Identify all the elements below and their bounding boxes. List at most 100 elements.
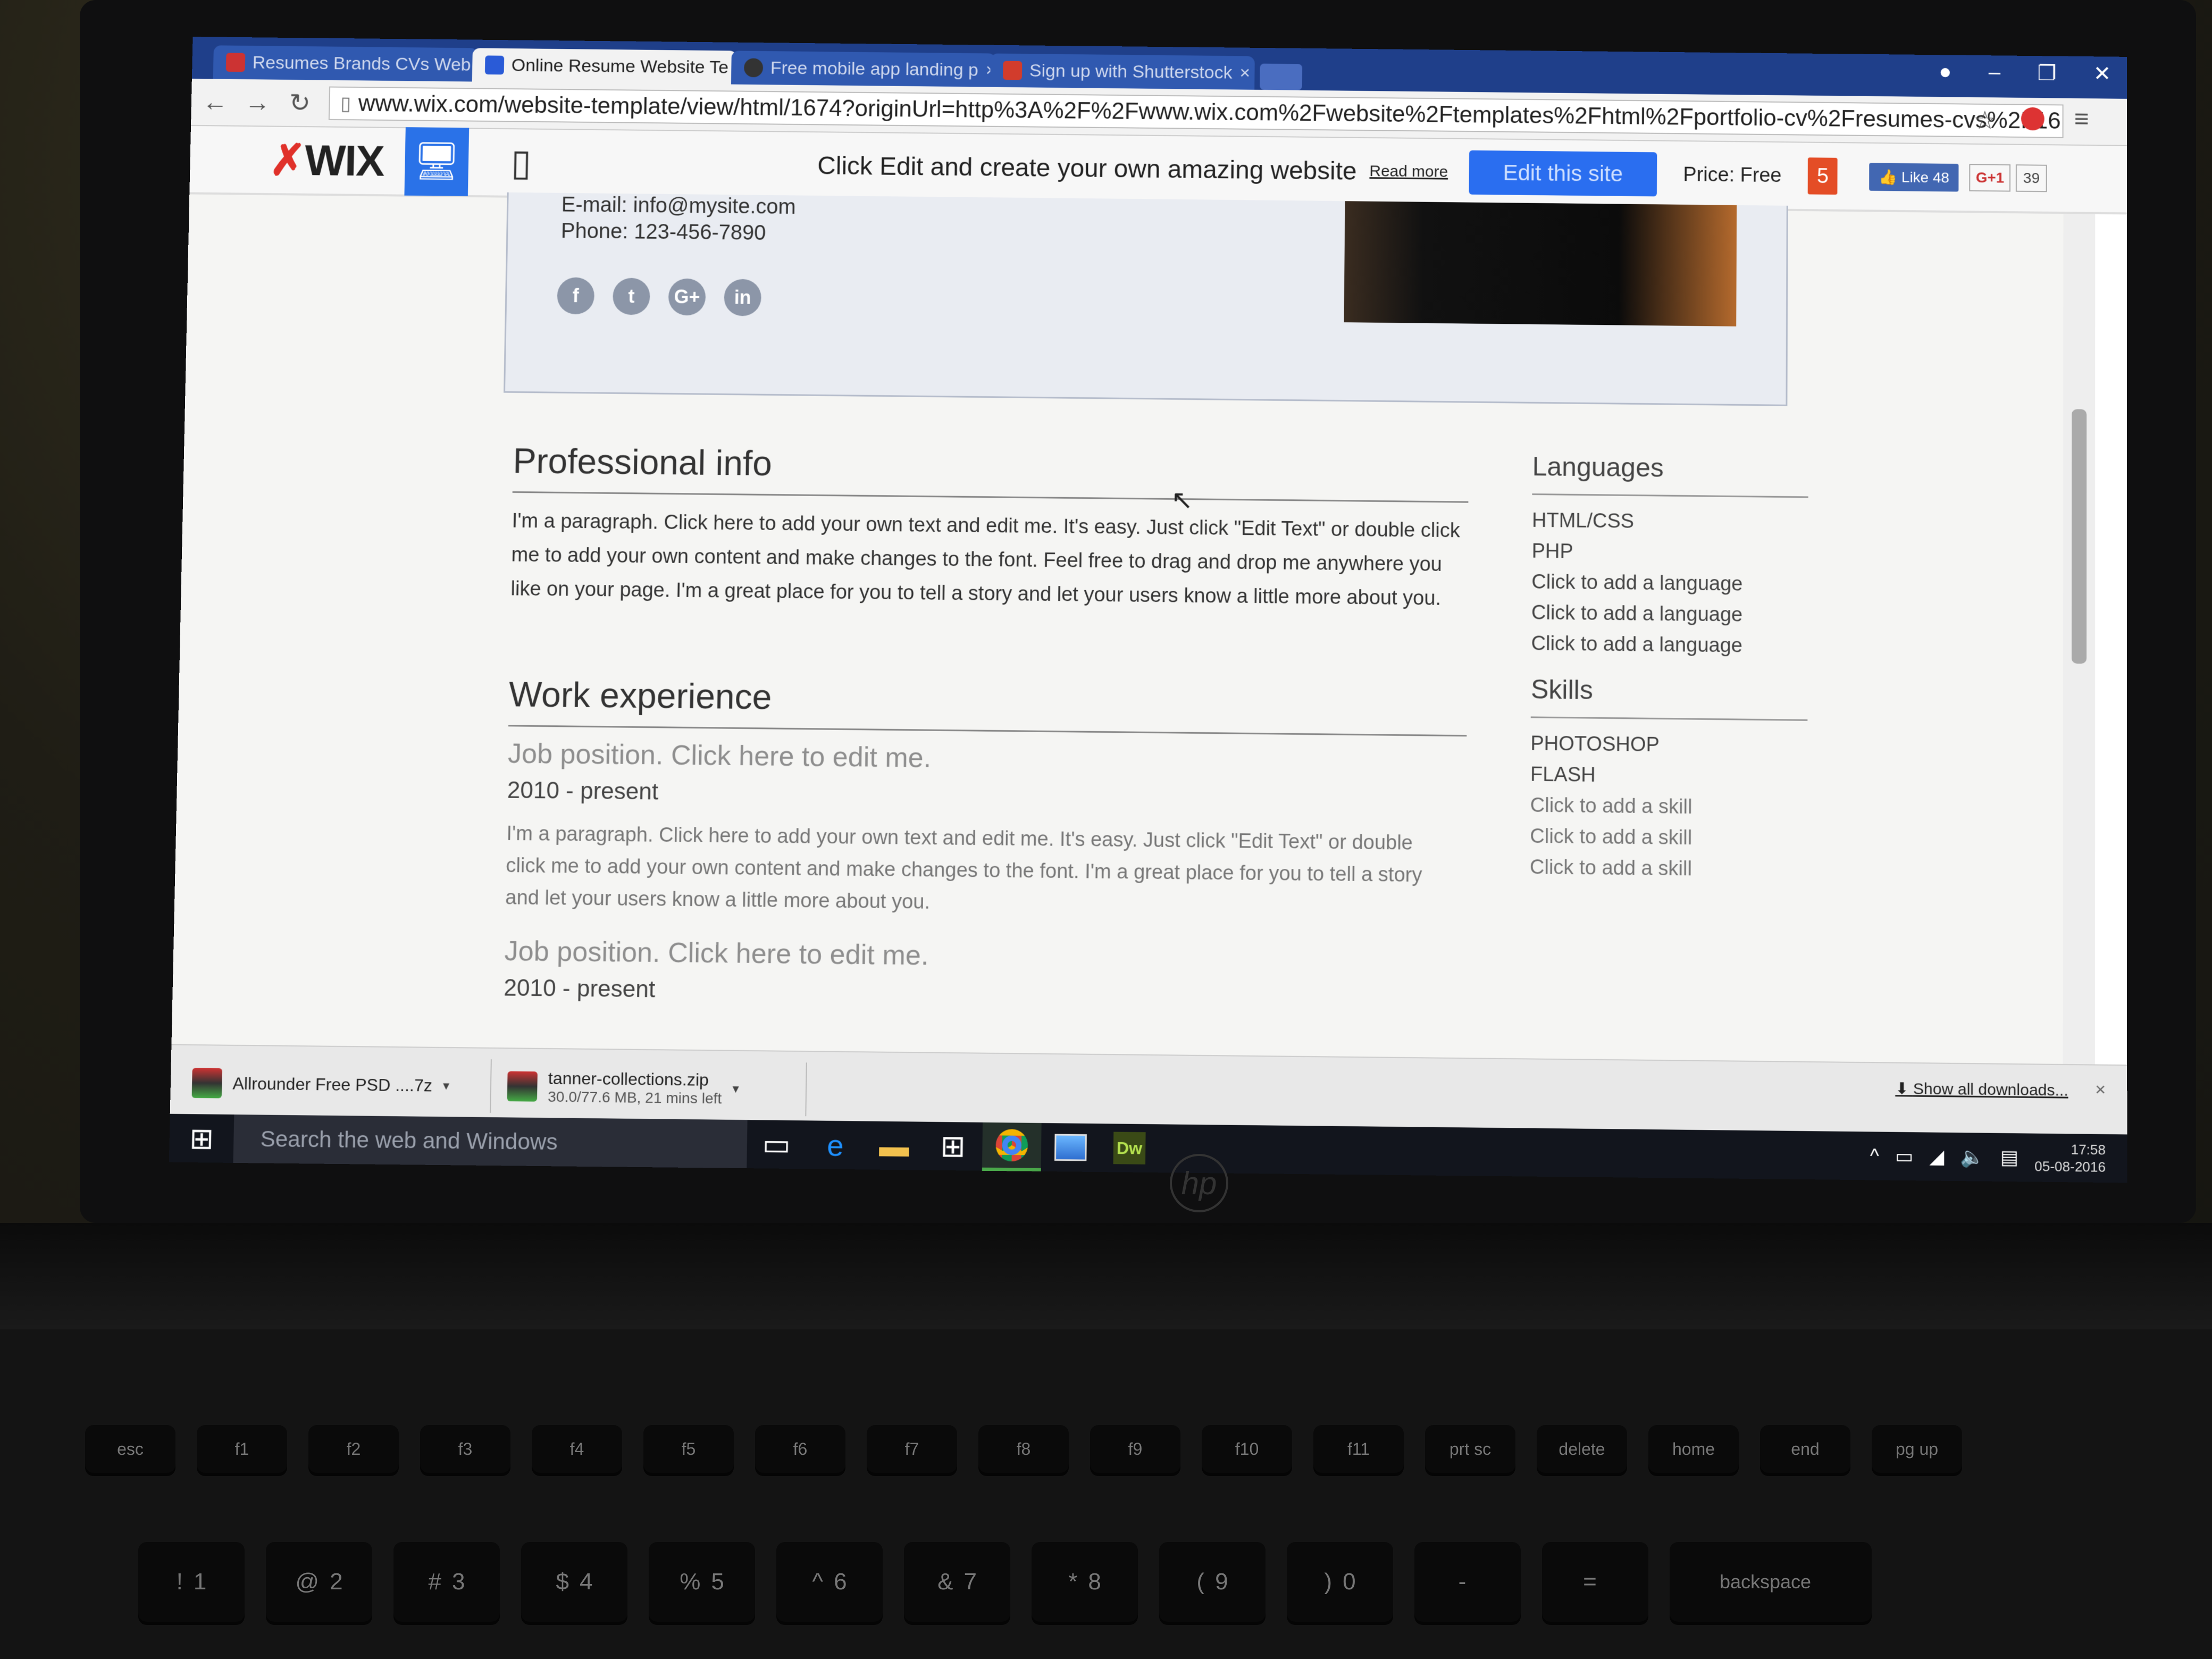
skill-item[interactable]: Click to add a skill: [1530, 794, 1692, 819]
close-window-icon[interactable]: ✕: [2093, 62, 2111, 86]
wix-favicon-icon: [484, 55, 505, 75]
skill-item[interactable]: Click to add a skill: [1530, 856, 1692, 881]
shutterstock-favicon-icon: [1003, 61, 1023, 80]
forward-arrow-icon[interactable]: →: [244, 88, 271, 117]
menu-icon[interactable]: ≡: [2074, 105, 2089, 134]
tab-free-mobile-app[interactable]: Free mobile app landing p×: [731, 51, 996, 87]
email-text[interactable]: E-mail: info@mysite.com: [561, 193, 796, 219]
twitter-icon[interactable]: t: [612, 278, 650, 315]
reload-icon[interactable]: ↻: [286, 88, 313, 118]
volume-icon[interactable]: 🔈: [1960, 1145, 1984, 1168]
close-icon[interactable]: ×: [2095, 1079, 2106, 1101]
wifi-icon[interactable]: ◢: [1929, 1145, 1944, 1168]
download-item[interactable]: Allrounder Free PSD ....7z ▾: [180, 1055, 492, 1113]
key-symbol: *: [1068, 1569, 1078, 1595]
mobile-view-button[interactable]: ▯: [489, 128, 554, 197]
key-number: 5: [711, 1569, 724, 1595]
photo-background: Resumes Brands CVs Web× Online Resume We…: [0, 0, 2212, 1659]
key-symbol: =: [1583, 1569, 1597, 1595]
wix-logo[interactable]: ✗WIX: [269, 135, 384, 186]
key-number: 0: [1343, 1569, 1356, 1595]
key-symbol: @: [295, 1569, 320, 1595]
mouse-cursor-icon: ↖: [1170, 484, 1194, 515]
new-tab-button[interactable]: [1260, 63, 1303, 90]
skill-item[interactable]: Click to add a skill: [1530, 825, 1692, 850]
minimize-icon[interactable]: –: [1989, 61, 2000, 85]
download-progress: 30.0/77.6 MB, 21 mins left: [547, 1088, 722, 1107]
read-more-link[interactable]: Read more: [1369, 162, 1448, 181]
languages-heading: Languages: [1532, 451, 1664, 483]
tab-resumes[interactable]: Resumes Brands CVs Web×: [213, 45, 478, 82]
download-item[interactable]: tanner-collections.zip 30.0/77.6 MB, 21 …: [496, 1059, 807, 1117]
divider: [512, 491, 1469, 503]
keyboard-key: #3: [393, 1542, 500, 1622]
google-plus-button[interactable]: G+1: [1969, 164, 2011, 192]
notifications-icon[interactable]: ▤: [2000, 1146, 2018, 1169]
scrollbar-thumb[interactable]: [2072, 409, 2087, 664]
language-item[interactable]: HTML/CSS: [1532, 509, 1634, 533]
phone-text[interactable]: Phone: 123-456-7890: [561, 219, 766, 245]
task-view-icon[interactable]: ▭: [747, 1120, 806, 1169]
keyboard-key: =: [1542, 1542, 1648, 1622]
clock-date: 05-08-2016: [2034, 1158, 2106, 1175]
clock[interactable]: 17:58 05-08-2016: [2034, 1141, 2106, 1176]
facebook-like-button[interactable]: 👍 Like 48: [1869, 162, 1959, 192]
store-icon[interactable]: ⊞: [923, 1122, 983, 1171]
download-arrow-icon: ⬇: [1895, 1079, 1913, 1098]
tab-label: Online Resume Website Te: [511, 55, 729, 78]
file-explorer-icon[interactable]: ▬: [865, 1121, 924, 1170]
restore-icon[interactable]: ❐: [2038, 61, 2057, 86]
keyboard-key: ^ 6: [776, 1542, 883, 1622]
job-paragraph-1[interactable]: I'm a paragraph. Click here to add your …: [505, 818, 1455, 924]
windows-start-icon[interactable]: ⊞: [169, 1121, 234, 1155]
language-item[interactable]: PHP: [1532, 540, 1573, 564]
extension-icon[interactable]: [2021, 107, 2045, 131]
resume-page: E-mail: info@mysite.com Phone: 123-456-7…: [171, 192, 2096, 1065]
job-dates-1[interactable]: 2010 - present: [507, 777, 658, 805]
tab-shutterstock[interactable]: Sign up with Shutterstock ×: [990, 53, 1255, 90]
google-plus-count: 39: [2015, 164, 2047, 192]
chrome-icon[interactable]: [982, 1122, 1042, 1171]
google-plus-icon[interactable]: G+: [668, 278, 706, 316]
skill-item[interactable]: PHOTOSHOP: [1530, 732, 1660, 757]
chevron-down-icon[interactable]: ▾: [443, 1078, 450, 1093]
key-number: 8: [1088, 1569, 1101, 1595]
chevron-down-icon[interactable]: ▾: [732, 1081, 739, 1096]
show-all-label: Show all downloads...: [1913, 1080, 2068, 1100]
hp-logo: hp: [1170, 1154, 1228, 1212]
function-key-row: esc f1 f2 f3 f4 f5 f6 f7 f8 f9 f10 f11 prt sc delete h…: [85, 1425, 1962, 1473]
tab-online-resume[interactable]: Online Resume Website Te×: [472, 48, 737, 85]
skill-item[interactable]: FLASH: [1530, 764, 1596, 787]
job-position-1[interactable]: Job position. Click here to edit me.: [508, 738, 932, 774]
key-symbol: %: [680, 1569, 701, 1595]
desktop-view-button[interactable]: 🖥: [404, 127, 469, 196]
keyboard-key: f1: [197, 1425, 287, 1473]
bookmark-star-icon[interactable]: ☆: [1973, 106, 1996, 136]
page-scrollbar[interactable]: [2063, 214, 2096, 1065]
laptop-hinge: [0, 1223, 2212, 1329]
language-item[interactable]: Click to add a language: [1531, 632, 1742, 657]
edit-this-site-button[interactable]: Edit this site: [1469, 150, 1657, 197]
chevron-up-icon[interactable]: ^: [1870, 1145, 1879, 1168]
battery-icon[interactable]: ▭: [1895, 1145, 1913, 1168]
language-item[interactable]: Click to add a language: [1531, 601, 1742, 626]
facebook-icon[interactable]: f: [557, 277, 595, 315]
edge-icon[interactable]: e: [806, 1120, 865, 1169]
photos-icon[interactable]: [1041, 1123, 1101, 1172]
close-icon[interactable]: ×: [1239, 63, 1250, 83]
job-position-2[interactable]: Job position. Click here to edit me.: [504, 935, 929, 972]
dreamweaver-icon[interactable]: Dw: [1100, 1124, 1159, 1172]
language-item[interactable]: Click to add a language: [1531, 571, 1742, 596]
taskbar-search[interactable]: Search the web and Windows: [233, 1115, 748, 1169]
linkedin-icon[interactable]: in: [724, 279, 762, 316]
professional-paragraph[interactable]: I'm a paragraph. Click here to add your …: [510, 504, 1468, 616]
show-all-downloads-link[interactable]: ⬇ Show all downloads...: [1895, 1079, 2068, 1100]
profile-icon[interactable]: ●: [1939, 60, 1951, 85]
key-symbol: $: [556, 1569, 569, 1595]
job-dates-2[interactable]: 2010 - present: [504, 975, 656, 1003]
key-number: 7: [963, 1569, 977, 1595]
back-arrow-icon[interactable]: ←: [202, 88, 229, 117]
keyboard-key: f9: [1090, 1425, 1180, 1473]
keyboard-key: f6: [755, 1425, 845, 1473]
dw-label: Dw: [1113, 1132, 1146, 1164]
